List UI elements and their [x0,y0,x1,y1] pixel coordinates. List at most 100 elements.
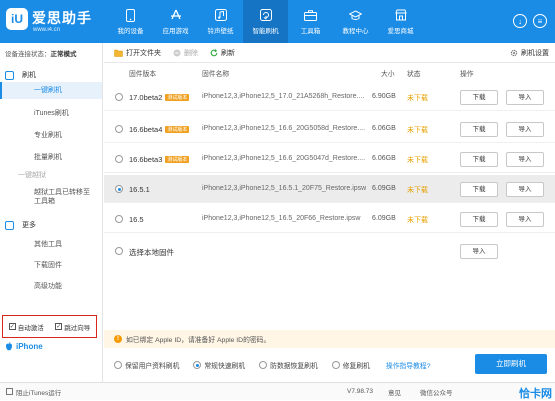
firmware-status: 未下载 [407,217,428,224]
flash-now-button[interactable]: 立即刷机 [475,354,547,374]
firmware-row[interactable]: 16.6beta3 测试版本 iPhone12,3,iPhone12,5_16.6… [104,145,555,173]
mode-label: 常规快速刷机 [204,363,246,370]
firmware-radio[interactable] [115,125,123,133]
tutorial-link[interactable]: 操作指导教程? [386,360,431,370]
toolbar-label: 刷机设置 [521,49,549,57]
sidebar-section-jailbreak: 一键越狱 [0,167,102,184]
sidebar-item-advanced[interactable]: 高级功能 [0,278,102,295]
firmware-size: 6.09GB [372,185,396,192]
flash-mode-row: 保留用户资料刷机 常规快速刷机 防数据恢复刷机 修复刷机 操作指导教程? 立即刷… [104,352,555,378]
firmware-radio[interactable] [115,155,123,163]
firmware-row[interactable]: 16.5 iPhone12,3,iPhone12,5_16.5_20F66_Re… [104,205,555,233]
refresh-button[interactable]: 刷新 [210,48,235,58]
sidebar-section-more[interactable]: 更多 [5,220,36,230]
download-manager-button[interactable]: ↓ [513,14,527,28]
checkmark-icon: ✓ [8,323,16,330]
local-firmware-row[interactable]: 选择本地固件 导入 [104,237,555,265]
folder-icon [114,49,123,57]
download-button[interactable]: 下载 [460,90,498,105]
sidebar-section-flash[interactable]: 刷机 [5,70,36,80]
nav-apps-games[interactable]: 应用游戏 [153,0,198,43]
download-button[interactable]: 下载 [460,152,498,167]
mode-radio [331,361,340,369]
header-version: 固件版本 [129,71,157,78]
auto-activate-checkbox[interactable]: ✓ 自动激活 [8,322,44,332]
sidebar-item-batch-flash[interactable]: 批量刷机 [0,149,102,166]
top-navigation-bar: iU 爱思助手 www.i4.cn 我的设备 应用游戏 铃声壁纸 智能刷机 工具… [0,0,555,43]
site-watermark: 恰卡网 [519,387,552,400]
nav-toolbox[interactable]: 工具箱 [288,0,333,43]
nav-label: 我的设备 [117,27,144,35]
firmware-radio[interactable] [115,93,123,101]
delete-button[interactable]: 删除 [173,48,198,58]
firmware-version: 16.6beta4 测试版本 [129,125,190,134]
import-button[interactable]: 导入 [506,90,544,105]
firmware-filename: iPhone12,3,iPhone12,5_16.6_20G5047d_Rest… [202,155,366,162]
menu-button[interactable]: ≡ [533,14,547,28]
mode-anti-recovery[interactable]: 防数据恢复刷机 [259,360,318,370]
feedback-link[interactable]: 意见 [388,387,401,397]
app-version: V7.98.73 [347,388,374,395]
open-folder-button[interactable]: 打开文件夹 [114,48,161,58]
nav-shop[interactable]: 爱思商城 [378,0,423,43]
wechat-link[interactable]: 微信公众号 [420,387,453,397]
window-controls: ↓ ≡ [513,14,547,28]
block-itunes-toggle[interactable]: 阻止iTunes运行 [6,387,61,397]
firmware-version: 16.5 [129,215,144,224]
firmware-row-selected[interactable]: 16.5.1 iPhone12,3,iPhone12,5_16.5.1_20F7… [104,175,555,203]
sidebar-item-other-tools[interactable]: 其他工具 [0,236,102,253]
more-section-icon [5,220,14,230]
warning-icon: ! [114,335,122,343]
checkbox-label: 跳过向导 [64,324,91,332]
beta-badge: 测试版本 [165,156,190,163]
download-button[interactable]: 下载 [460,212,498,227]
firmware-radio[interactable] [115,215,123,223]
shop-icon [394,9,407,22]
nav-label: 应用游戏 [162,27,189,35]
checkbox [6,388,13,395]
connected-device[interactable]: iPhone [5,342,43,351]
header-name: 固件名称 [202,71,230,78]
firmware-filename: iPhone12,3,iPhone12,5_17.0_21A5268h_Rest… [202,93,365,100]
app-logo: iU [6,8,28,30]
sidebar-item-pro-flash[interactable]: 专业刷机 [0,127,102,144]
nav-label: 教程中心 [342,27,369,35]
local-import-button[interactable]: 导入 [460,244,498,259]
header-size: 大小 [381,71,395,78]
sidebar-item-itunes-flash[interactable]: iTunes刷机 [0,105,102,122]
local-firmware-radio[interactable] [115,247,123,255]
import-button[interactable]: 导入 [506,182,544,197]
firmware-status: 未下载 [407,95,428,102]
sidebar-item-download-firmware[interactable]: 下载固件 [0,257,102,274]
firmware-filename: iPhone12,3,iPhone12,5_16.5.1_20F75_Resto… [202,185,367,192]
firmware-size: 6.90GB [372,93,396,100]
mode-quick-flash[interactable]: 常规快速刷机 [193,360,245,370]
flash-settings-button[interactable]: 刷机设置 [510,48,549,58]
nav-label: 智能刷机 [252,27,279,35]
beta-badge: 测试版本 [165,126,190,133]
mode-radio [114,361,122,369]
mode-repair[interactable]: 修复刷机 [331,360,370,370]
firmware-row[interactable]: 17.0beta2 测试版本 iPhone12,3,iPhone12,5_17.0… [104,83,555,111]
sidebar: 设备连接状态：正常模式 刷机 一键刷机 iTunes刷机 专业刷机 批量刷机 一… [0,43,103,382]
mode-keep-data[interactable]: 保留用户资料刷机 [114,360,179,370]
import-button[interactable]: 导入 [506,152,544,167]
nav-tutorial-center[interactable]: 教程中心 [333,0,378,43]
sidebar-section-label: 刷机 [22,72,36,79]
firmware-radio[interactable] [115,185,123,193]
skip-setup-checkbox[interactable]: ✓ 跳过向导 [55,322,90,332]
import-button[interactable]: 导入 [506,122,544,137]
sidebar-item-one-click-flash[interactable]: 一键刷机 [0,82,102,99]
firmware-status: 未下载 [407,127,428,134]
import-button[interactable]: 导入 [506,212,544,227]
download-button[interactable]: 下载 [460,122,498,137]
download-button[interactable]: 下载 [460,182,498,197]
refresh-icon [210,48,218,56]
nav-smart-flash[interactable]: 智能刷机 [243,0,288,43]
firmware-row[interactable]: 16.6beta4 测试版本 iPhone12,3,iPhone12,5_16.6… [104,115,555,143]
nav-ringtones-wallpapers[interactable]: 铃声壁纸 [198,0,243,43]
delete-icon [173,49,181,56]
device-status-value: 正常模式 [50,51,77,58]
apple-icon [6,342,12,351]
nav-my-device[interactable]: 我的设备 [108,0,153,43]
